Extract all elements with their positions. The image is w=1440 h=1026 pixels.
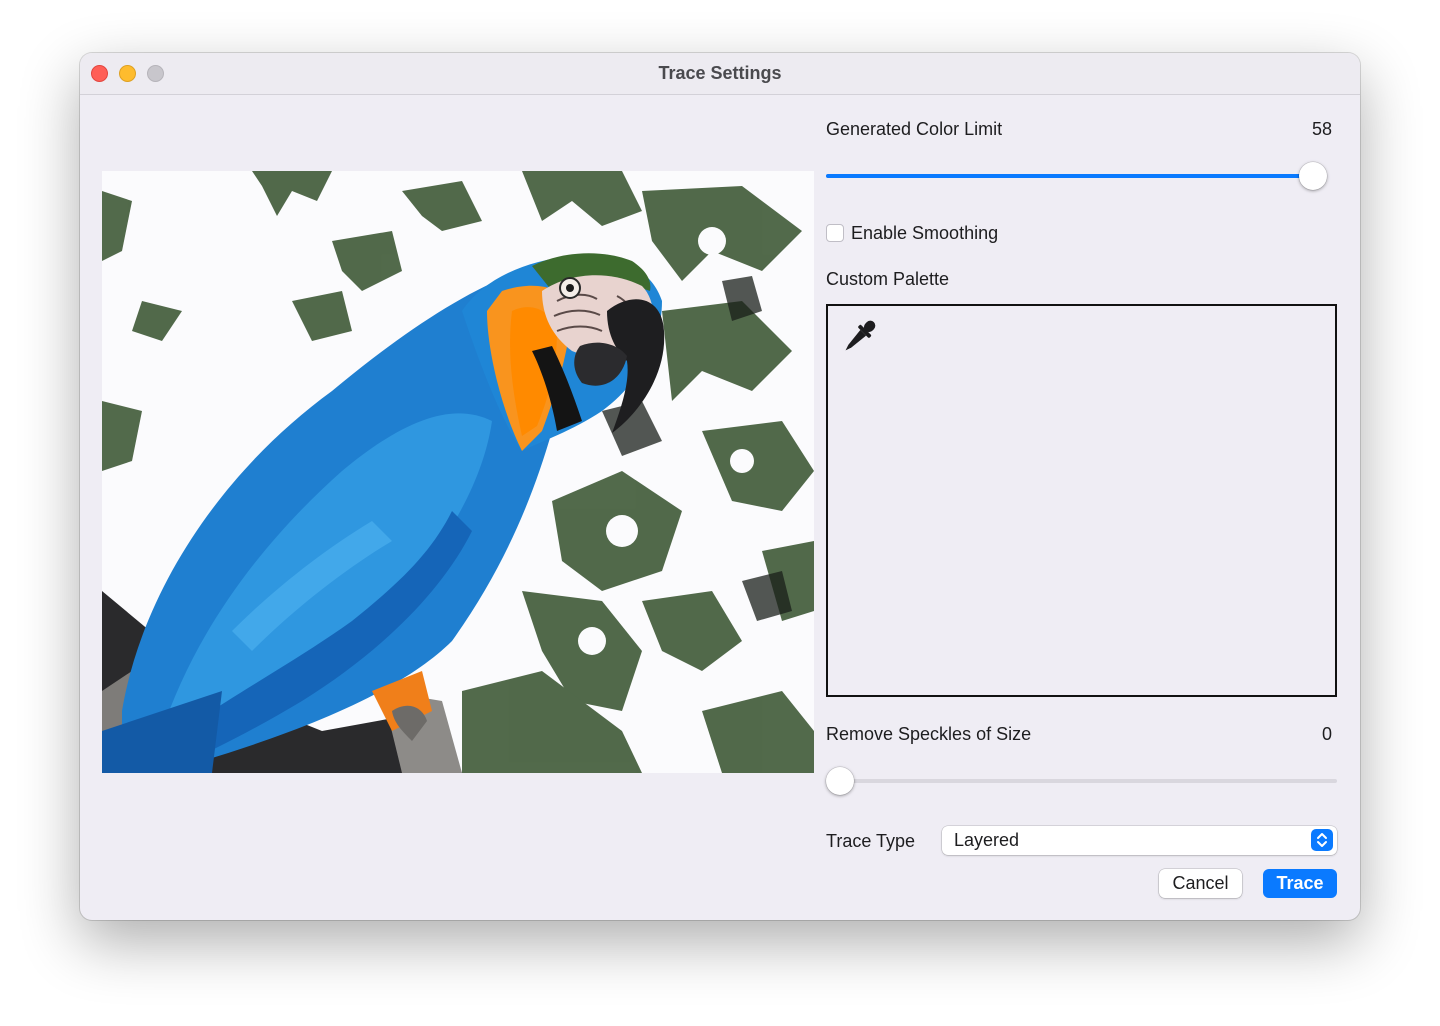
cancel-button[interactable]: Cancel bbox=[1159, 869, 1242, 898]
custom-palette-well[interactable] bbox=[826, 304, 1337, 697]
color-limit-value: 58 bbox=[1311, 119, 1332, 139]
custom-palette-label: Custom Palette bbox=[826, 269, 950, 289]
remove-speckles-value: 0 bbox=[1321, 724, 1332, 744]
trace-type-select[interactable]: Layered bbox=[942, 826, 1337, 855]
remove-speckles-label: Remove Speckles of Size bbox=[826, 724, 1032, 744]
remove-speckles-slider-thumb[interactable] bbox=[826, 767, 854, 795]
select-arrows-icon bbox=[1311, 829, 1333, 851]
trace-preview-image bbox=[102, 171, 814, 773]
color-limit-label: Generated Color Limit bbox=[826, 119, 1003, 139]
title-bar: Trace Settings bbox=[80, 53, 1360, 95]
eyedropper-icon[interactable] bbox=[836, 314, 882, 365]
trace-type-selected-value: Layered bbox=[954, 830, 1020, 850]
enable-smoothing-label[interactable]: Enable Smoothing bbox=[851, 223, 998, 244]
color-limit-slider[interactable] bbox=[826, 174, 1323, 178]
window-title: Trace Settings bbox=[658, 63, 782, 83]
trace-settings-window: Trace Settings Generated Color Limit 58 … bbox=[80, 53, 1360, 920]
enable-smoothing-checkbox[interactable] bbox=[826, 224, 844, 242]
trace-button[interactable]: Trace bbox=[1263, 869, 1337, 898]
color-limit-slider-thumb[interactable] bbox=[1299, 162, 1328, 190]
color-limit-slider-fill bbox=[826, 174, 1314, 178]
trace-type-label: Trace Type bbox=[826, 831, 916, 851]
remove-speckles-slider[interactable] bbox=[826, 779, 1337, 783]
